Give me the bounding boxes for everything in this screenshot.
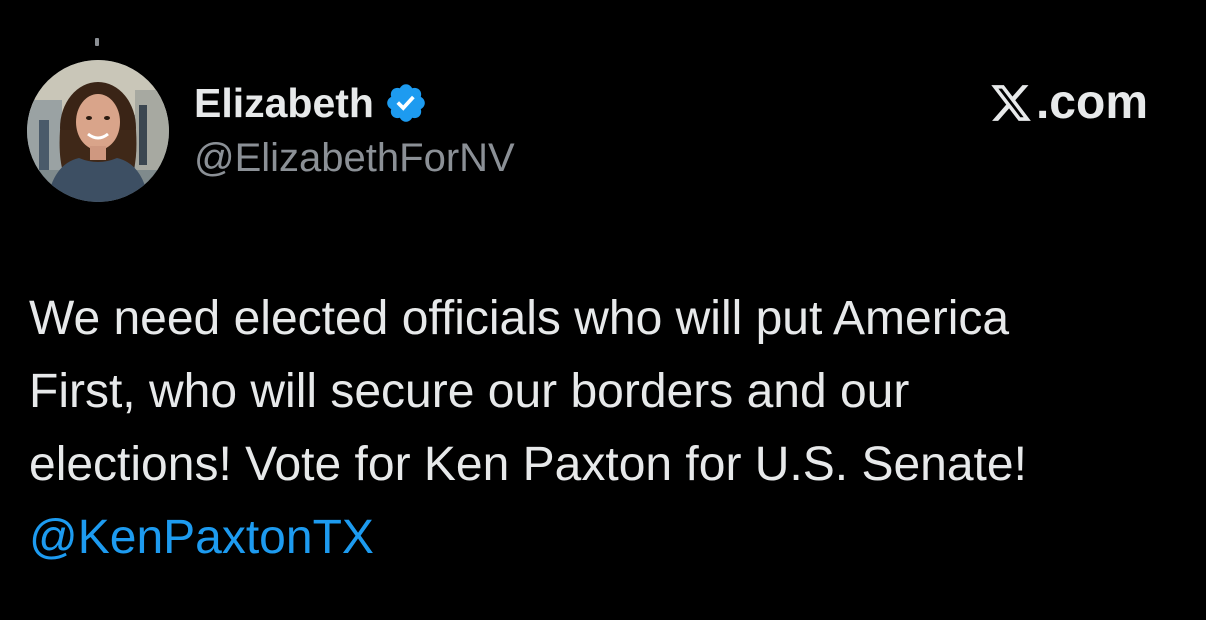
x-logo-icon <box>988 81 1034 125</box>
tweet-line: First, who will secure our borders and o… <box>29 365 910 418</box>
author-handle[interactable]: @ElizabethForNV <box>194 136 515 181</box>
mention-link[interactable]: @KenPaxtonTX <box>29 511 374 564</box>
status-dot <box>95 38 99 46</box>
tweet-line: elections! Vote for Ken Paxton for U.S. … <box>29 438 1027 491</box>
verified-badge-icon <box>384 81 428 125</box>
avatar[interactable] <box>27 60 169 202</box>
display-name[interactable]: Elizabeth <box>194 80 374 127</box>
brand-domain: .com <box>1035 76 1148 129</box>
tweet-card: Elizabeth @ElizabethForNV .com We need e… <box>0 0 1206 620</box>
tweet-line: We need elected officials who will put A… <box>29 292 1010 345</box>
profile-photo <box>27 60 169 202</box>
tweet-text: We need elected officials who will put A… <box>29 282 1179 574</box>
name-row: Elizabeth <box>194 76 515 130</box>
author-header: Elizabeth @ElizabethForNV <box>194 76 515 181</box>
brand-watermark: .com <box>988 76 1148 130</box>
